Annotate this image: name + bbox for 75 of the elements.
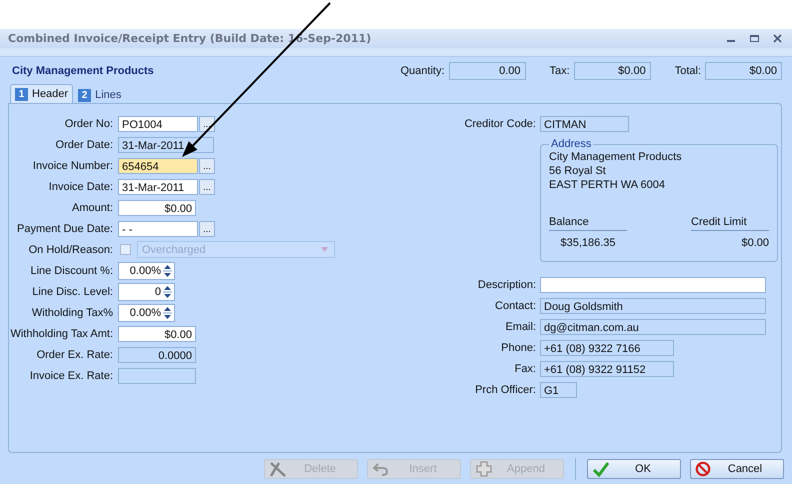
total-field: 0.00 <box>448 62 526 80</box>
readonly-field: 0.0000 <box>118 346 196 362</box>
maximize-icon[interactable] <box>750 34 759 43</box>
readonly-field: +61 (08) 9322 91152 <box>540 360 674 376</box>
total-field: $0.00 <box>574 62 651 80</box>
group-title: Address <box>550 138 592 150</box>
field-label: Order No: <box>64 118 113 130</box>
total-label: Total: <box>674 65 701 77</box>
field-label: Withholding Tax Amt: <box>9 328 113 340</box>
field-label: Invoice Ex. Rate: <box>28 370 113 382</box>
ok-button[interactable]: OK <box>587 458 681 478</box>
input-field[interactable]: $0.00 <box>118 200 196 216</box>
spin-field[interactable]: 0 <box>118 282 175 300</box>
tab-number-badge: 2 <box>78 88 92 102</box>
input-field[interactable]: - - <box>118 220 198 236</box>
spin-arrows-icon[interactable] <box>163 306 172 320</box>
spin-field[interactable]: 0.00% <box>118 304 175 322</box>
field-label: Payment Due Date: <box>16 222 113 234</box>
readonly-field: Doug Goldsmith <box>540 298 766 314</box>
lookup-button[interactable]: ... <box>199 158 215 174</box>
address-line: 56 Royal St <box>549 164 607 178</box>
close-icon[interactable] <box>773 34 782 43</box>
readonly-field: CITMAN <box>540 116 629 132</box>
lookup-button[interactable]: ... <box>199 116 215 132</box>
field-label: Phone: <box>500 342 536 354</box>
input-field[interactable]: PO1004 <box>118 116 198 132</box>
spin-arrows-icon[interactable] <box>163 284 172 298</box>
company-name: City Management Products <box>12 65 155 77</box>
readonly-field: 31-Mar-2011 <box>118 136 214 152</box>
spin-arrows-icon[interactable] <box>163 264 172 278</box>
input-field[interactable]: 654654 <box>118 158 198 174</box>
address-line: City Management Products <box>549 150 683 164</box>
field-label: On Hold/Reason: <box>28 244 113 256</box>
field-label: Contact: <box>494 300 536 312</box>
readonly-field: G1 <box>540 382 577 398</box>
tab-number-badge: 1 <box>15 88 28 100</box>
input-field[interactable]: 31-Mar-2011 <box>118 178 198 194</box>
no-entry-icon <box>695 460 711 476</box>
field-label: Fax: <box>514 362 536 374</box>
address-line: EAST PERTH WA 6004 <box>549 178 666 192</box>
total-label: Quantity: <box>400 65 445 77</box>
field-label: Description: <box>476 278 536 290</box>
cancel-button[interactable]: Cancel <box>690 458 784 478</box>
input-field[interactable]: $0.00 <box>118 326 196 342</box>
column-header: Credit Limit <box>691 216 769 231</box>
x-icon <box>269 460 287 476</box>
tab[interactable]: 2 Lines <box>73 86 126 103</box>
field-label: Prch Officer: <box>474 384 536 396</box>
lookup-button[interactable]: ... <box>199 220 215 236</box>
total-label: Tax: <box>550 65 570 77</box>
undo-arrow-icon <box>372 460 390 476</box>
field-label: Witholding Tax% <box>30 306 113 318</box>
field-label: Order Ex. Rate: <box>36 348 113 360</box>
field-label: Invoice Date: <box>48 180 113 192</box>
field-label: Line Discount %: <box>29 264 113 276</box>
spin-field[interactable]: 0.00% <box>118 262 175 280</box>
field-label: Order Date: <box>54 138 113 150</box>
total-field: $0.00 <box>705 62 782 80</box>
column-header: Balance <box>549 216 627 231</box>
field-label: Creditor Code: <box>463 118 536 130</box>
plus-icon <box>475 460 493 476</box>
tab[interactable]: 1 Header <box>10 84 74 103</box>
credit-limit-value: $0.00 <box>740 237 769 249</box>
field-label: Line Disc. Level: <box>31 286 113 298</box>
input-field[interactable] <box>540 276 766 292</box>
balance-value: $35,186.35 <box>559 237 617 249</box>
readonly-field: +61 (08) 9322 7166 <box>540 340 674 356</box>
field-label: Invoice Number: <box>32 160 113 172</box>
lookup-button[interactable]: ... <box>199 178 215 194</box>
checkmark-icon <box>592 460 610 476</box>
tab-label: Lines <box>95 89 122 101</box>
tab-label: Header <box>32 88 68 100</box>
field-label: Email: <box>504 320 536 332</box>
readonly-field: dg@citman.com.au <box>540 318 766 334</box>
field-label: Amount: <box>71 202 113 214</box>
